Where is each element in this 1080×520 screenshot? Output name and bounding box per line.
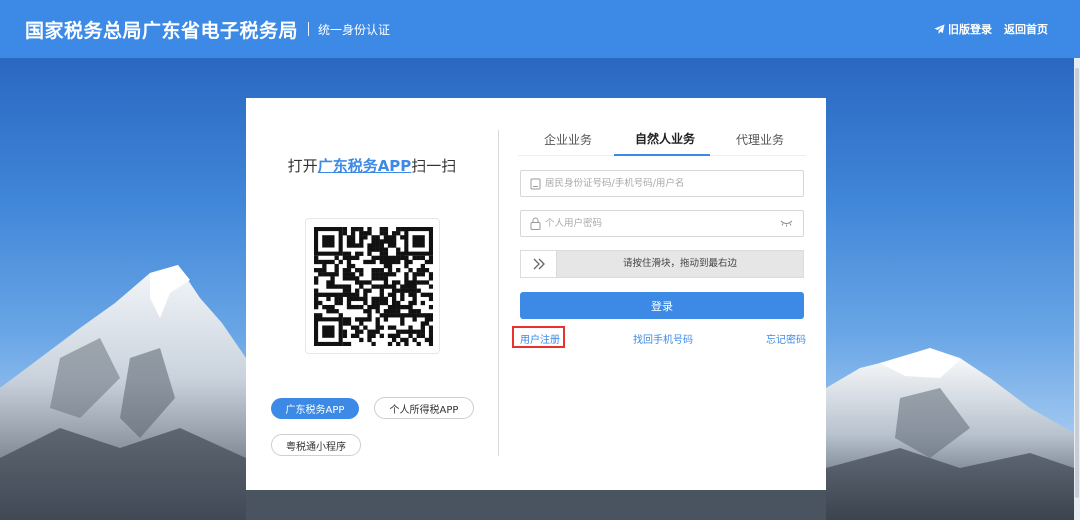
app-option-mini-program-label: 粤税通小程序 [286,441,346,453]
login-card: 打开广东税务APP扫一扫 广东税务APP 个人所得税APP 粤税通小程序 企业业… [246,98,826,490]
scrollbar-thumb[interactable] [1075,68,1079,498]
login-button-label: 登录 [651,299,673,313]
username-input[interactable] [545,178,803,189]
qr-title-suffix: 扫一扫 [411,157,457,175]
panel-divider [498,130,499,456]
app-option-personal-tax-label: 个人所得税APP [389,404,459,416]
slide-verify: 请按住滑块，拖动到最右边 [520,250,804,278]
old-version-login-label: 旧版登录 [948,23,992,36]
old-version-login-link[interactable]: 旧版登录 [934,21,992,37]
title-divider [308,22,310,36]
qr-title-prefix: 打开 [287,157,318,175]
app-option-personal-tax[interactable]: 个人所得税APP [374,397,474,419]
back-home-link[interactable]: 返回首页 [1004,21,1048,37]
slide-verify-handle[interactable] [521,251,557,277]
tab-individual[interactable]: 自然人业务 [635,130,695,147]
back-home-label: 返回首页 [1004,23,1048,36]
password-field[interactable] [520,210,804,237]
qr-finder-pattern [404,227,433,256]
top-header: 国家税务总局广东省电子税务局 统一身份认证 旧版登录 返回首页 [0,0,1080,58]
header-nav: 旧版登录 返回首页 [934,0,1048,58]
tab-enterprise[interactable]: 企业业务 [544,131,592,148]
eye-closed-icon[interactable] [780,219,793,227]
site-title: 国家税务总局广东省电子税务局 [25,19,299,42]
qr-finder-pattern [314,317,343,346]
register-link[interactable]: 用户注册 [520,331,560,346]
app-option-gd-tax-label: 广东税务APP [285,405,345,416]
id-card-icon [529,178,541,190]
password-input[interactable] [545,218,803,229]
slide-verify-hint: 请按住滑块，拖动到最右边 [622,258,737,269]
forgot-password-link[interactable]: 忘记密码 [766,331,806,346]
qr-finder-pattern [314,227,343,256]
qr-title-app-name[interactable]: 广东税务APP [318,157,412,175]
site-subtitle: 统一身份认证 [318,22,391,37]
app-option-mini-program[interactable]: 粤税通小程序 [271,434,361,456]
app-option-gd-tax[interactable]: 广东税务APP [271,398,359,419]
double-chevron-right-icon [533,258,545,270]
page-scrollbar[interactable] [1074,58,1080,520]
lock-icon [529,217,541,230]
login-button[interactable]: 登录 [520,292,804,319]
paper-plane-icon [934,23,945,34]
qr-code-box [305,218,440,354]
qr-code-icon [314,227,433,346]
qr-scan-title: 打开广东税务APP扫一扫 [246,155,498,176]
username-field[interactable] [520,170,804,197]
recover-phone-link[interactable]: 找回手机号码 [633,331,693,346]
active-tab-indicator [614,154,710,156]
tab-agent[interactable]: 代理业务 [736,131,784,148]
